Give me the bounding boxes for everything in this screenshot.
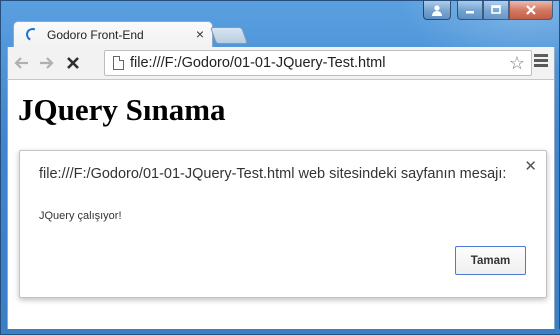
bookmark-star-icon[interactable]: ☆ <box>509 53 525 74</box>
alert-dialog: ✕ file:///F:/Godoro/01-01-JQuery-Test.ht… <box>19 150 547 298</box>
forward-arrow-icon[interactable] <box>34 50 60 76</box>
page-title: JQuery Sınama <box>18 92 226 127</box>
maximize-icon <box>491 5 501 14</box>
window-caption-buttons <box>423 1 553 21</box>
tab-title: Godoro Front-End <box>47 27 144 42</box>
dialog-title: file:///F:/Godoro/01-01-JQuery-Test.html… <box>39 166 507 182</box>
user-icon[interactable] <box>423 1 451 20</box>
window-bottom-border <box>1 329 560 334</box>
address-text: file:///F:/Godoro/01-01-JQuery-Test.html <box>130 55 386 71</box>
address-bar[interactable]: file:///F:/Godoro/01-01-JQuery-Test.html… <box>104 50 532 76</box>
new-tab-button[interactable] <box>209 27 249 44</box>
close-icon <box>526 5 536 15</box>
browser-toolbar: file:///F:/Godoro/01-01-JQuery-Test.html… <box>7 47 555 79</box>
page-icon <box>113 56 124 70</box>
dialog-message: JQuery çalışıyor! <box>39 210 122 222</box>
tab-strip: Godoro Front-End × <box>13 21 413 47</box>
close-window-button[interactable] <box>509 1 553 20</box>
page-content: JQuery Sınama ✕ file:///F:/Godoro/01-01-… <box>7 79 555 331</box>
minimize-icon <box>466 11 474 14</box>
tab-godoro[interactable]: Godoro Front-End × <box>13 21 213 47</box>
ok-button[interactable]: Tamam <box>455 246 526 275</box>
tab-close-icon[interactable]: × <box>196 26 204 42</box>
loading-spinner-icon <box>24 26 41 43</box>
back-arrow-icon[interactable] <box>8 50 34 76</box>
stop-icon[interactable] <box>60 50 86 76</box>
maximize-button[interactable] <box>483 1 509 20</box>
minimize-button[interactable] <box>457 1 483 20</box>
dialog-close-icon[interactable]: ✕ <box>524 157 537 175</box>
window-frame: Godoro Front-End × file:///F:/Godoro/01-… <box>0 0 560 335</box>
menu-icon[interactable] <box>534 54 548 69</box>
